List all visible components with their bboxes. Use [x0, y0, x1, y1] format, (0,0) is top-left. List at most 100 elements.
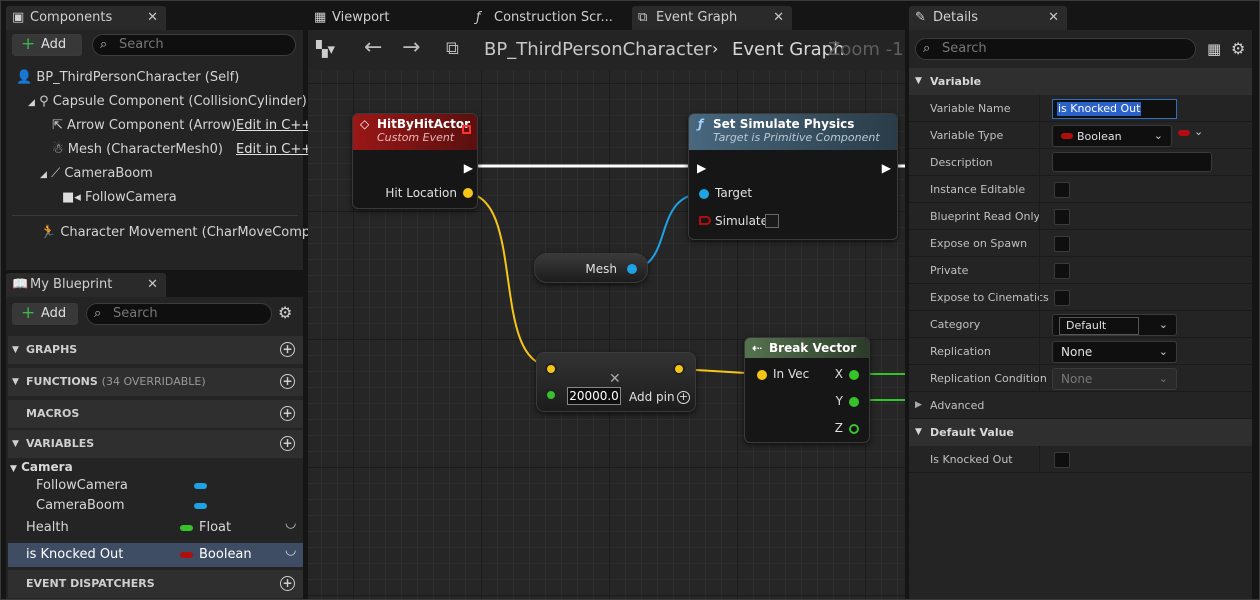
add-operator-icon: ✕ [609, 371, 621, 387]
component-mesh[interactable]: ☃ Mesh (CharacterMesh0) [52, 138, 223, 162]
float-input-pin[interactable] [545, 389, 557, 401]
hit-location-pin[interactable] [463, 188, 473, 198]
arrow-component-icon: ⇱ [52, 118, 63, 133]
row-private: Private [909, 257, 1252, 284]
settings-gear-icon[interactable]: ⚙ [278, 303, 292, 322]
private-checkbox[interactable] [1054, 263, 1070, 279]
blueprint-search-input[interactable]: ⌕ Search [86, 303, 272, 325]
exec-input-pin[interactable]: ▶ [697, 161, 706, 175]
close-icon[interactable]: ✕ [147, 273, 158, 297]
add-pin-icon[interactable]: + [677, 391, 690, 404]
visibility-eye-icon[interactable]: ◡ [285, 513, 296, 535]
add-component-button[interactable]: + Add [12, 34, 82, 56]
row-advanced[interactable]: ▶ Advanced [909, 392, 1252, 419]
description-input[interactable] [1052, 152, 1212, 172]
skeletal-mesh-icon: ☃ [52, 142, 64, 157]
section-variable[interactable]: ▼ Variable [909, 68, 1252, 95]
component-followcamera[interactable]: ■◂ FollowCamera [62, 186, 177, 210]
container-type-dropdown[interactable] [1178, 130, 1190, 136]
bp-read-only-checkbox[interactable] [1054, 209, 1070, 225]
variable-health[interactable]: Health Float ◡ [8, 516, 303, 539]
section-variables[interactable]: ▼ VARIABLES + [8, 430, 303, 458]
my-blueprint-tab[interactable]: 📖 My Blueprint ✕ [6, 273, 166, 297]
component-cameraboom[interactable]: ◢ ⟋ CameraBoom [40, 162, 153, 186]
add-dispatcher-icon[interactable]: + [280, 576, 295, 591]
simulate-checkbox[interactable] [765, 214, 779, 228]
edit-in-cpp-link[interactable]: Edit in C++ [236, 138, 312, 162]
row-instance-editable: Instance Editable [909, 176, 1252, 203]
expose-on-spawn-checkbox[interactable] [1054, 236, 1070, 252]
exec-output-pin[interactable]: ▶ [464, 161, 473, 175]
add-macro-icon[interactable]: + [280, 406, 295, 421]
vector-output-pin[interactable] [673, 363, 685, 375]
y-output-pin[interactable] [849, 397, 859, 407]
event-graph-canvas[interactable]: ◇ HitByHitActor Custom Event ▶ Hit Locat… [308, 70, 905, 600]
bookmark-icon[interactable]: ▚▾ [316, 40, 335, 58]
breadcrumb-root[interactable]: BP_ThirdPersonCharacter [484, 39, 711, 60]
variable-cameraboom[interactable]: CameraBoom [8, 495, 303, 517]
variable-type-dropdown[interactable]: Boolean ⌄ [1052, 125, 1172, 147]
components-tab[interactable]: ▣ Components ✕ [6, 6, 166, 30]
section-macros[interactable]: MACROS + [8, 400, 303, 428]
variable-followcamera[interactable]: FollowCamera [8, 475, 303, 497]
back-arrow-icon[interactable]: ← [364, 35, 382, 60]
node-get-mesh[interactable]: Mesh [534, 253, 648, 283]
component-character-movement[interactable]: 🏃 Character Movement (CharMoveComp) [40, 221, 315, 245]
section-default-value[interactable]: ▼ Default Value [909, 419, 1252, 446]
tab-construction-script[interactable]: ƒ Construction Scr... [470, 6, 630, 30]
node-set-simulate-physics[interactable]: ƒ Set Simulate Physics Target is Primiti… [688, 113, 898, 240]
chevron-down-icon[interactable]: ⌄ [1194, 125, 1203, 138]
edit-in-cpp-link[interactable]: Edit in C++ [236, 114, 312, 138]
close-icon[interactable]: ✕ [147, 6, 158, 30]
details-search-input[interactable]: ⌕ Search [915, 38, 1196, 60]
component-capsule[interactable]: ◢ ⚲ Capsule Component (CollisionCylinder… [28, 90, 307, 114]
components-search-input[interactable]: ⌕ Search [92, 34, 296, 56]
settings-gear-icon[interactable]: ⚙ [1231, 39, 1245, 58]
default-is-knocked-out-checkbox[interactable] [1054, 452, 1070, 468]
section-graphs[interactable]: ▼ GRAPHS + [8, 336, 303, 364]
target-pin[interactable] [699, 189, 709, 199]
collapse-arrow-icon[interactable]: ◢ [28, 98, 35, 108]
delegate-pin-icon[interactable] [462, 125, 471, 134]
details-tab[interactable]: ✎ Details ✕ [909, 6, 1067, 30]
tab-event-graph[interactable]: ⧉ Event Graph ✕ [632, 6, 792, 30]
simulate-pin[interactable] [699, 216, 711, 225]
mesh-output-pin[interactable] [627, 264, 637, 274]
table-view-icon[interactable]: ▦ [1207, 40, 1221, 58]
type-pill-boolean [180, 552, 193, 558]
float-value-field[interactable]: 20000.0 [567, 387, 621, 405]
tab-viewport[interactable]: ▦ Viewport [308, 6, 468, 30]
search-icon: ⌕ [923, 41, 931, 56]
add-graph-icon[interactable]: + [280, 342, 295, 357]
close-icon[interactable]: ✕ [1048, 6, 1059, 30]
component-arrow[interactable]: ⇱ Arrow Component (Arrow) [52, 114, 236, 138]
instance-editable-checkbox[interactable] [1054, 182, 1070, 198]
node-add[interactable]: ✕ 20000.0 Add pin + [536, 352, 696, 412]
in-vec-pin[interactable] [757, 370, 767, 380]
add-member-button[interactable]: + Add [12, 303, 78, 325]
visibility-eye-icon[interactable]: ◡ [285, 539, 296, 563]
collapse-arrow-icon[interactable]: ◢ [40, 170, 47, 180]
node-break-vector[interactable]: ⇠ Break Vector In Vec X Y Z [744, 337, 870, 443]
z-output-pin[interactable] [849, 424, 859, 434]
variable-name-input[interactable]: is Knocked Out [1052, 99, 1177, 119]
component-self[interactable]: 👤 BP_ThirdPersonCharacter (Self) [16, 66, 239, 90]
node-hitbyhitactor[interactable]: ◇ HitByHitActor Custom Event ▶ Hit Locat… [352, 113, 478, 209]
add-variable-icon[interactable]: + [280, 436, 295, 451]
exec-output-pin[interactable]: ▶ [882, 161, 891, 175]
break-icon: ⇠ [752, 341, 763, 355]
x-output-pin[interactable] [849, 370, 859, 380]
close-icon[interactable]: ✕ [773, 6, 784, 30]
collapse-arrow-icon: ▼ [12, 439, 19, 449]
forward-arrow-icon[interactable]: → [402, 35, 420, 60]
category-dropdown[interactable]: Default ⌄ [1052, 314, 1177, 336]
function-icon: ƒ [476, 10, 481, 25]
camera-icon: ■◂ [62, 190, 81, 205]
variable-is-knocked-out[interactable]: is Knocked Out Boolean ◡ [8, 543, 303, 567]
expose-cinematics-checkbox[interactable] [1054, 290, 1070, 306]
replication-dropdown[interactable]: None ⌄ [1052, 341, 1177, 363]
add-function-icon[interactable]: + [280, 374, 295, 389]
vector-input-pin[interactable] [545, 363, 557, 375]
section-functions[interactable]: ▼ FUNCTIONS (34 OVERRIDABLE) + [8, 368, 303, 396]
section-event-dispatchers[interactable]: EVENT DISPATCHERS + [8, 570, 303, 598]
